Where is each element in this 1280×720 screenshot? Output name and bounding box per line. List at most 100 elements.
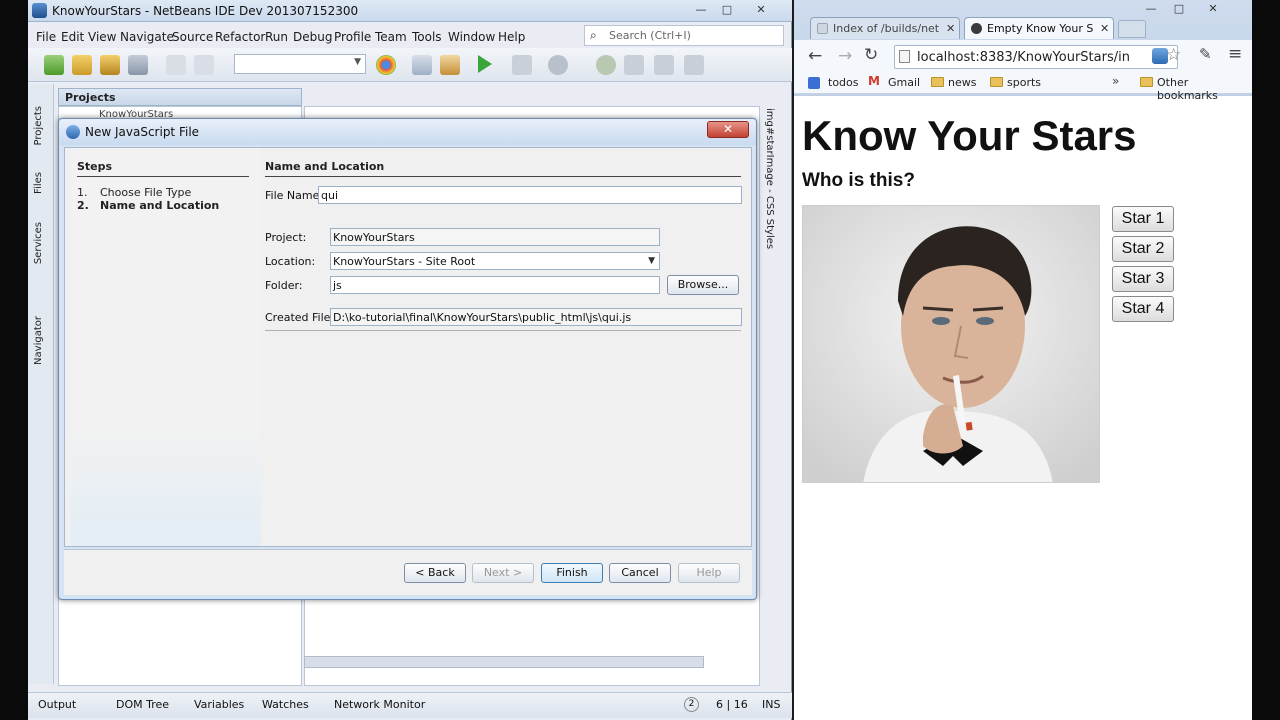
back-arrow-icon[interactable]: ← xyxy=(808,46,822,66)
projects-panel-title[interactable]: Projects xyxy=(65,91,116,104)
bookmark-sports-label: sports xyxy=(1007,76,1042,89)
steps-title: Steps xyxy=(77,160,113,173)
css-styles-tab[interactable]: img#starImage - CSS Styles xyxy=(764,108,775,249)
chevron-down-icon: ▼ xyxy=(354,57,361,67)
network-monitor-tab[interactable]: Network Monitor xyxy=(334,698,425,711)
redo-icon[interactable] xyxy=(194,55,214,75)
bookmark-sports[interactable]: sports xyxy=(990,76,1042,89)
toolbar-extra-icon[interactable] xyxy=(684,55,704,75)
location-value: KnowYourStars - Site Root xyxy=(333,255,476,268)
menu-navigate[interactable]: Navigate xyxy=(120,30,174,44)
menu-window[interactable]: Window xyxy=(448,30,495,44)
variables-tab[interactable]: Variables xyxy=(194,698,244,711)
file-name-label: File Name: xyxy=(265,189,324,202)
bookmark-gmail[interactable]: Gmail xyxy=(888,76,920,89)
star-4-button[interactable]: Star 4 xyxy=(1112,296,1174,322)
file-name-field[interactable]: qui xyxy=(318,186,742,204)
menu-edit[interactable]: Edit xyxy=(61,30,84,44)
browse-button[interactable]: Browse... xyxy=(667,275,739,295)
menu-team[interactable]: Team xyxy=(375,30,407,44)
folder-icon xyxy=(1140,77,1153,87)
new-project-icon[interactable] xyxy=(72,55,92,75)
location-select[interactable]: KnowYourStars - Site Root ▼ xyxy=(330,252,660,270)
next-button[interactable]: Next > xyxy=(472,563,534,583)
search-input[interactable]: ⌕ Search (Ctrl+I) xyxy=(584,25,784,46)
wrench-icon[interactable]: ✎ xyxy=(1199,45,1212,63)
netbeans-title-bar: KnowYourStars - NetBeans IDE Dev 2013071… xyxy=(28,0,792,22)
dialog-title: New JavaScript File xyxy=(85,125,200,139)
menu-help[interactable]: Help xyxy=(498,30,525,44)
dom-tree-tab[interactable]: DOM Tree xyxy=(116,698,169,711)
browser-minimize-icon[interactable]: — xyxy=(1138,1,1164,17)
back-button[interactable]: < Back xyxy=(404,563,466,583)
watches-tab[interactable]: Watches xyxy=(262,698,309,711)
tab-files[interactable]: Files xyxy=(33,172,44,194)
browser-maximize-icon[interactable]: □ xyxy=(1166,1,1192,17)
browser-tab-active[interactable]: Empty Know Your S ✕ xyxy=(964,17,1114,39)
menu-view[interactable]: View xyxy=(88,30,116,44)
url-text: localhost:8383/KnowYourStars/in xyxy=(917,50,1130,65)
browser-close-icon[interactable]: ✕ xyxy=(1200,1,1226,17)
configuration-dropdown[interactable]: ▼ xyxy=(234,54,366,74)
chevron-down-icon: ▼ xyxy=(648,256,655,266)
undo-icon[interactable] xyxy=(166,55,186,75)
other-bookmarks[interactable]: Other bookmarks xyxy=(1140,76,1252,102)
star-1-button[interactable]: Star 1 xyxy=(1112,206,1174,232)
tab-projects[interactable]: Projects xyxy=(33,106,44,145)
chevron-right-icon[interactable]: » xyxy=(1112,74,1119,88)
menu-file[interactable]: File xyxy=(36,30,56,44)
created-file-label: Created File: xyxy=(265,311,335,324)
open-project-icon[interactable] xyxy=(100,55,120,75)
save-all-icon[interactable] xyxy=(128,55,148,75)
dialog-close-icon[interactable]: ✕ xyxy=(707,121,749,138)
minimize-icon[interactable]: — xyxy=(688,2,714,18)
tab-close-icon[interactable]: ✕ xyxy=(946,22,955,35)
build-icon[interactable] xyxy=(412,55,432,75)
close-icon[interactable]: ✕ xyxy=(748,2,774,18)
tab-services[interactable]: Services xyxy=(33,222,44,264)
menu-icon[interactable]: ≡ xyxy=(1228,44,1242,64)
toolbar-tool-icon[interactable] xyxy=(654,55,674,75)
search-placeholder: Search (Ctrl+I) xyxy=(609,29,691,42)
folder-icon xyxy=(931,77,944,87)
menu-refactor[interactable]: Refactor xyxy=(215,30,265,44)
menu-run[interactable]: Run xyxy=(265,30,288,44)
maximize-icon[interactable]: □ xyxy=(714,2,740,18)
output-tab[interactable]: Output xyxy=(38,698,76,711)
menu-debug[interactable]: Debug xyxy=(293,30,332,44)
help-button[interactable]: Help xyxy=(678,563,740,583)
caret-position: 6 | 16 xyxy=(716,698,748,711)
new-file-icon[interactable] xyxy=(44,55,64,75)
menu-profile[interactable]: Profile xyxy=(334,30,371,44)
record-icon[interactable] xyxy=(596,55,616,75)
forward-arrow-icon[interactable]: → xyxy=(838,46,852,66)
chrome-browser-icon[interactable] xyxy=(376,55,396,75)
step-number: 1. xyxy=(77,186,88,199)
tab-navigator[interactable]: Navigator xyxy=(33,316,44,365)
folder-field[interactable]: js xyxy=(330,276,660,294)
run-icon[interactable] xyxy=(478,55,492,73)
reload-icon[interactable]: ↻ xyxy=(864,45,878,65)
url-bar[interactable]: localhost:8383/KnowYourStars/in xyxy=(894,45,1178,69)
horizontal-scrollbar[interactable] xyxy=(304,656,704,668)
browser-tab-index[interactable]: Index of /builds/net ✕ xyxy=(810,17,960,39)
bookmark-news[interactable]: news xyxy=(931,76,976,89)
star-3-button[interactable]: Star 3 xyxy=(1112,266,1174,292)
star-2-button[interactable]: Star 2 xyxy=(1112,236,1174,262)
screenshot-icon[interactable] xyxy=(624,55,644,75)
page-icon xyxy=(817,23,828,34)
menu-source[interactable]: Source xyxy=(172,30,213,44)
profile-icon[interactable] xyxy=(548,55,568,75)
tab-close-icon[interactable]: ✕ xyxy=(1100,22,1109,35)
bookmark-todos[interactable]: todos xyxy=(828,76,859,89)
bookmark-star-icon[interactable]: ☆ xyxy=(1166,45,1181,65)
debug-icon[interactable] xyxy=(512,55,532,75)
menu-tools[interactable]: Tools xyxy=(412,30,442,44)
cancel-button[interactable]: Cancel xyxy=(609,563,671,583)
new-tab-button[interactable] xyxy=(1118,20,1146,38)
notifications-badge[interactable]: 2 xyxy=(684,697,699,712)
projects-panel-header: Projects xyxy=(58,88,302,106)
star-portrait xyxy=(803,206,1099,482)
finish-button[interactable]: Finish xyxy=(541,563,603,583)
clean-build-icon[interactable] xyxy=(440,55,460,75)
